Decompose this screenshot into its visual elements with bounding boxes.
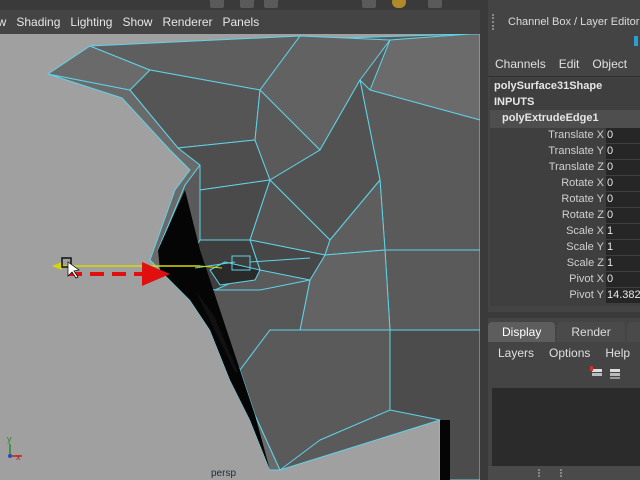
attribute-label: Scale X bbox=[566, 225, 604, 237]
shape-name[interactable]: polySurface31Shape bbox=[494, 80, 602, 92]
panel-divider[interactable] bbox=[480, 0, 488, 480]
attribute-row[interactable]: Pivot Y 14.382 bbox=[490, 288, 640, 304]
attribute-value[interactable]: 1 bbox=[606, 224, 640, 239]
attribute-row[interactable]: Scale Z1 bbox=[490, 256, 640, 272]
layer-editor-tabs: Display Render A bbox=[488, 322, 640, 342]
attribute-value[interactable]: 0 bbox=[606, 208, 640, 223]
attribute-label: Rotate X bbox=[561, 177, 604, 189]
attribute-label: Translate Y bbox=[548, 145, 604, 157]
attribute-value[interactable]: 0 bbox=[606, 272, 640, 287]
inputs-header: INPUTS bbox=[494, 96, 535, 108]
menu-show[interactable]: S bbox=[633, 57, 640, 71]
attribute-label: Scale Y bbox=[566, 241, 604, 253]
toolbar-button[interactable] bbox=[240, 0, 254, 8]
tab-anim[interactable]: A bbox=[626, 322, 640, 342]
toggle-icon[interactable] bbox=[634, 36, 638, 46]
attribute-label: Translate Z bbox=[548, 161, 604, 173]
toolbar-button[interactable] bbox=[264, 0, 278, 8]
viewport-menubar: ew Shading Lighting Show Renderer Panels bbox=[0, 10, 480, 34]
attribute-row[interactable]: Translate X0 bbox=[490, 128, 640, 144]
input-node[interactable]: polyExtrudeEdge1 bbox=[490, 110, 640, 128]
channel-box-menubar: Channels Edit Object S bbox=[488, 54, 640, 74]
attribute-row[interactable]: Scale Y1 bbox=[490, 240, 640, 256]
attribute-value[interactable]: 1 bbox=[606, 256, 640, 271]
attribute-row[interactable]: Rotate Z0 bbox=[490, 208, 640, 224]
attribute-label: Rotate Y bbox=[561, 193, 604, 205]
attribute-label: Rotate Z bbox=[561, 209, 604, 221]
channel-list: polySurface31Shape INPUTS polyExtrudeEdg… bbox=[490, 78, 640, 306]
menu-renderer[interactable]: Renderer bbox=[162, 15, 222, 29]
attribute-row[interactable]: Rotate X0 bbox=[490, 176, 640, 192]
menu-show[interactable]: Show bbox=[122, 15, 162, 29]
attribute-label: Scale Z bbox=[566, 257, 604, 269]
layer-editor-menubar: Layers Options Help bbox=[488, 344, 635, 362]
channel-box-title-bar: Channel Box / Layer Editor bbox=[488, 10, 640, 34]
attribute-row[interactable]: Scale X1 bbox=[490, 224, 640, 240]
menu-object[interactable]: Object bbox=[585, 57, 633, 71]
menu-help[interactable]: Help bbox=[595, 346, 635, 360]
attribute-value[interactable]: 14.382 bbox=[606, 288, 640, 303]
menu-shading[interactable]: Shading bbox=[16, 15, 70, 29]
menu-layers[interactable]: Layers bbox=[488, 346, 539, 360]
channel-box-title: Channel Box / Layer Editor bbox=[508, 16, 640, 28]
drag-handle[interactable] bbox=[492, 14, 500, 30]
toolbar-button[interactable] bbox=[428, 0, 442, 8]
menu-channels[interactable]: Channels bbox=[488, 57, 552, 71]
axis-y-label: y bbox=[7, 434, 12, 444]
attribute-row[interactable]: Rotate Y0 bbox=[490, 192, 640, 208]
menu-panels[interactable]: Panels bbox=[223, 15, 270, 29]
input-node-name: polyExtrudeEdge1 bbox=[502, 112, 599, 124]
attribute-label: Pivot Y bbox=[569, 289, 604, 301]
attribute-label: Pivot X bbox=[569, 273, 604, 285]
tab-render[interactable]: Render bbox=[557, 322, 625, 342]
menu-options[interactable]: Options bbox=[539, 346, 595, 360]
3d-viewport[interactable]: y x persp bbox=[0, 34, 480, 480]
mesh-wireframe bbox=[47, 34, 480, 480]
attribute-value[interactable]: 0 bbox=[606, 176, 640, 191]
new-layer-icon[interactable] bbox=[590, 366, 604, 380]
attribute-row[interactable]: Translate Z0 bbox=[490, 160, 640, 176]
toolbar-button[interactable] bbox=[392, 0, 406, 8]
new-layer-selected-icon[interactable] bbox=[608, 366, 622, 380]
axis-x-label: x bbox=[16, 452, 21, 462]
attribute-value[interactable]: 1 bbox=[606, 240, 640, 255]
separator bbox=[488, 76, 640, 77]
layer-list[interactable] bbox=[492, 388, 640, 466]
menu-view[interactable]: ew bbox=[0, 15, 16, 29]
tab-display[interactable]: Display bbox=[488, 322, 556, 342]
scroll-grip[interactable] bbox=[538, 469, 562, 477]
attribute-row[interactable]: Translate Y0 bbox=[490, 144, 640, 160]
attribute-label: Translate X bbox=[548, 129, 604, 141]
attribute-value[interactable]: 0 bbox=[606, 160, 640, 175]
attribute-value[interactable]: 0 bbox=[606, 128, 640, 143]
toolbar-button[interactable] bbox=[210, 0, 224, 8]
attribute-value[interactable]: 0 bbox=[606, 192, 640, 207]
panel-splitter[interactable] bbox=[488, 312, 640, 318]
layer-buttons bbox=[590, 366, 622, 380]
menu-lighting[interactable]: Lighting bbox=[70, 15, 122, 29]
attribute-row[interactable]: Pivot X0 bbox=[490, 272, 640, 288]
attribute-value[interactable]: 0 bbox=[606, 144, 640, 159]
toolbar-button[interactable] bbox=[362, 0, 376, 8]
view-axis-indicator: y x bbox=[2, 434, 42, 474]
camera-label: persp bbox=[211, 468, 237, 479]
menu-edit[interactable]: Edit bbox=[552, 57, 586, 71]
layer-list-scrollbar[interactable] bbox=[488, 466, 640, 480]
